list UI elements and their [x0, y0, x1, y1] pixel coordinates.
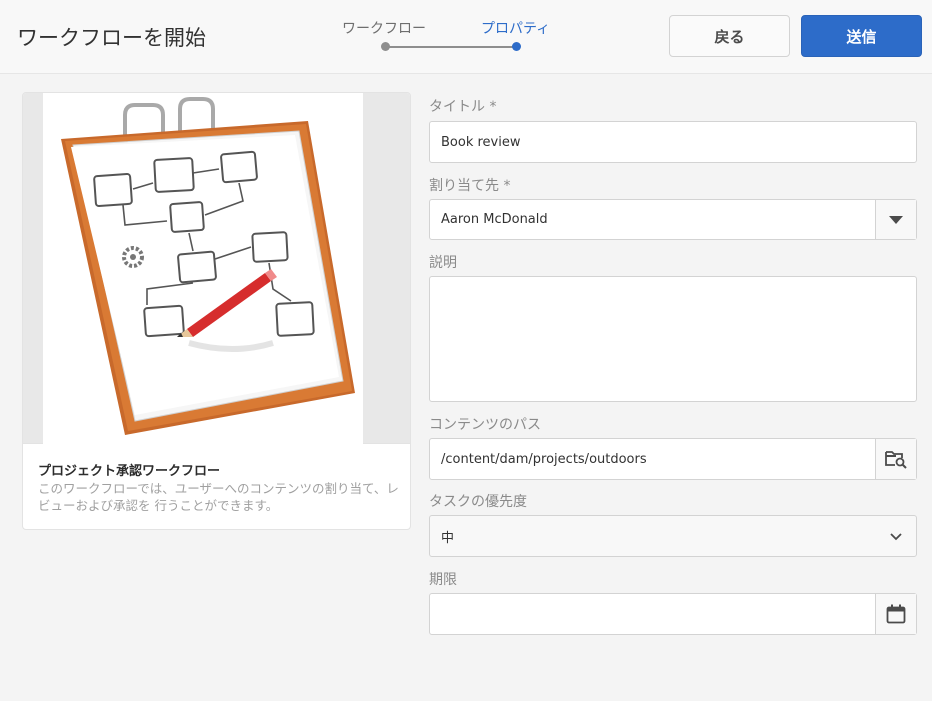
priority-value: 中: [441, 530, 455, 546]
title-field[interactable]: Book review: [429, 121, 917, 163]
content-path-label: コンテンツのパス: [429, 417, 541, 433]
step-workflow-dot: [381, 42, 390, 51]
content-path-value: /content/dam/projects/outdoors: [441, 451, 647, 467]
folder-search-icon: [885, 451, 907, 469]
due-date-field[interactable]: [429, 593, 917, 635]
step-workflow-label: ワークフロー: [342, 21, 426, 37]
header-bar: ワークフローを開始 ワークフロー プロパティ 戻る 送信: [0, 0, 932, 74]
description-label: 説明: [429, 255, 457, 271]
step-properties-label: プロパティ: [481, 21, 551, 37]
step-connector: [386, 46, 517, 48]
workflow-title: プロジェクト承認ワークフロー: [38, 464, 221, 479]
assignee-label: 割り当て先 *: [429, 178, 511, 194]
step-properties-dot: [512, 42, 521, 51]
workflow-description: このワークフローでは、ユーザーへのコンテンツの割り当て、レビューおよび承認を 行…: [38, 481, 399, 513]
due-date-label: 期限: [429, 572, 457, 588]
workflow-card: プロジェクト承認ワークフロー このワークフローでは、ユーザーへのコンテンツの割り…: [22, 92, 411, 530]
title-label: タイトル *: [429, 99, 497, 115]
calendar-icon: [886, 604, 906, 624]
priority-select[interactable]: 中: [429, 515, 917, 557]
page-title: ワークフローを開始: [17, 26, 206, 50]
due-date-picker-button[interactable]: [875, 594, 916, 634]
title-value: Book review: [441, 134, 521, 150]
assignee-value: Aaron McDonald: [441, 212, 548, 227]
assignee-dropdown-button[interactable]: [875, 200, 916, 239]
content-path-field[interactable]: /content/dam/projects/outdoors: [429, 438, 917, 480]
assignee-field[interactable]: Aaron McDonald: [429, 199, 917, 240]
back-button[interactable]: 戻る: [669, 15, 790, 57]
workflow-thumbnail: [23, 93, 410, 444]
chevron-down-icon: [890, 533, 902, 541]
content-path-browse-button[interactable]: [875, 439, 916, 479]
triangle-down-icon: [889, 215, 903, 224]
description-textarea[interactable]: [429, 276, 917, 402]
submit-button[interactable]: 送信: [801, 15, 922, 57]
clipboard-flowchart-illustration: [61, 97, 355, 435]
priority-label: タスクの優先度: [429, 494, 527, 510]
